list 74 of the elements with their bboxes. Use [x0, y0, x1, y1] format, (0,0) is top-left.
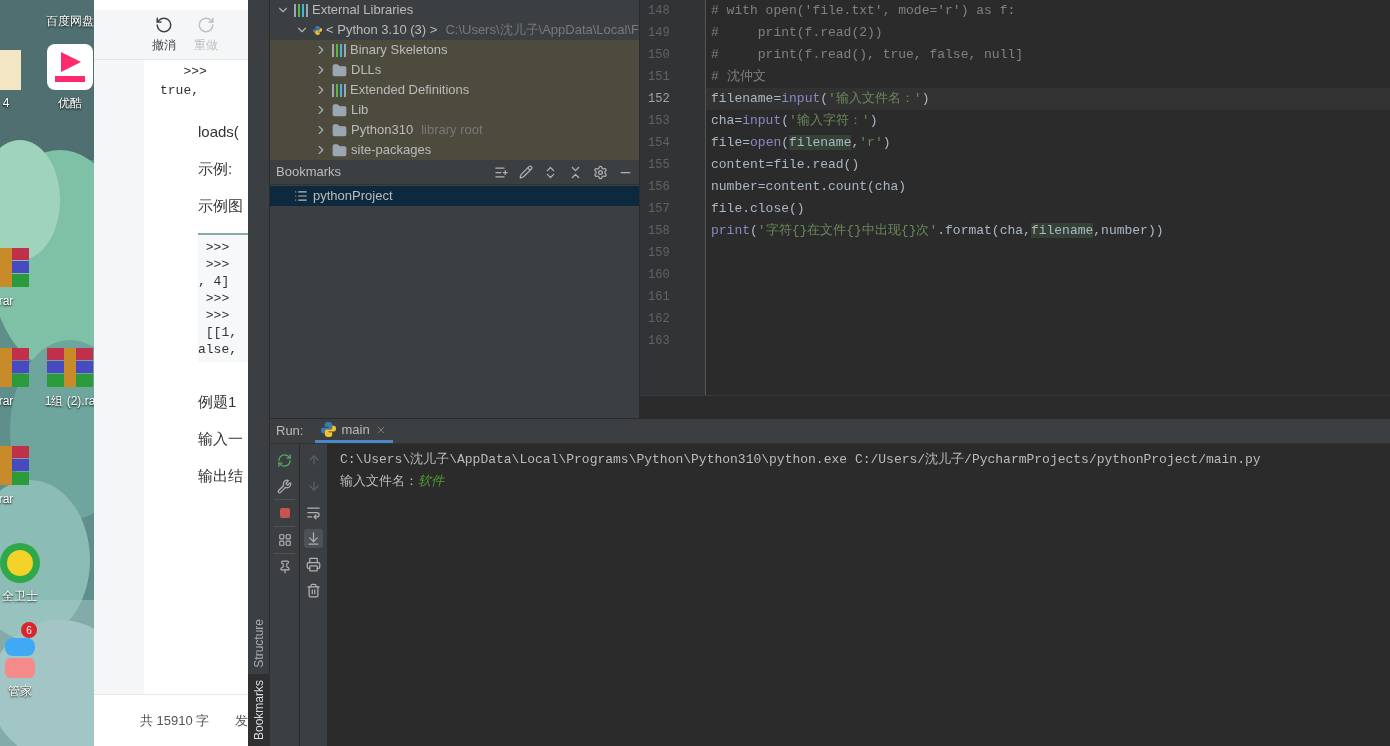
code-line: # print(f.read(), true, false, null]: [710, 46, 1025, 64]
folder-icon: [332, 122, 347, 138]
panel-title: Run:: [276, 422, 304, 441]
code-line: >>>: [204, 290, 231, 307]
paragraph-text: 示例图: [197, 196, 244, 216]
tool-window-tab[interactable]: Structure: [248, 613, 270, 674]
stop-icon[interactable]: [278, 507, 291, 519]
console-line: 输入文件名：软件: [340, 473, 446, 491]
code-line: >>>: [204, 256, 231, 273]
desktop-icon-label[interactable]: 百度网盘: [46, 12, 94, 30]
list-icon: [294, 189, 308, 203]
tree-item[interactable]: Binary Skeletons: [270, 40, 639, 60]
desktop-icon-label[interactable]: 优酷: [58, 94, 82, 112]
python-icon: [321, 422, 337, 437]
rerun-icon[interactable]: [277, 452, 292, 468]
undo-button[interactable]: 撤消: [152, 15, 176, 54]
tree-item[interactable]: Python310 library root: [270, 120, 639, 140]
desktop-icon-label[interactable]: 4: [2, 94, 10, 112]
settings-icon[interactable]: [593, 164, 608, 180]
code-line: >>>: [204, 239, 231, 256]
pin-icon[interactable]: [277, 560, 292, 574]
code-line: print('字符{}在文件{}中出现{}次'.format(cha,filename,number)): [710, 222, 1165, 240]
library-icon: [294, 3, 308, 17]
folder-icon: [332, 62, 347, 78]
code-line: file.close(): [710, 200, 806, 218]
paragraph-text: 例题1: [197, 392, 238, 412]
layout-icon[interactable]: [277, 533, 292, 547]
tool-window-tab[interactable]: Bookmarks: [248, 673, 270, 746]
code-line: file=open(filename,'r'): [710, 134, 892, 152]
edit-icon[interactable]: [519, 165, 533, 179]
code-line: # with open('file.txt', mode='r') as f:: [710, 2, 1017, 20]
line-number: 152: [647, 91, 671, 108]
paragraph-text: loads(: [197, 122, 240, 142]
console-line: C:\Users\沈儿子\AppData\Local\Programs\Python\Python310\python.exe C:/Users/沈儿子/PycharmProjects/pythonProject/main.py: [340, 451, 1262, 469]
library-icon: [332, 83, 346, 97]
redo-icon: [197, 15, 215, 34]
file-icon: [0, 50, 21, 90]
trash-icon[interactable]: [306, 582, 321, 598]
archive-icon: [47, 348, 93, 388]
bookmark-list-item[interactable]: pythonProject: [270, 186, 639, 206]
tree-item[interactable]: site-packages: [270, 140, 639, 160]
paragraph-text: 示例:: [197, 159, 234, 179]
tree-item[interactable]: Lib: [270, 100, 639, 120]
tree-item[interactable]: Extended Definitions: [270, 80, 639, 100]
print-icon[interactable]: [306, 556, 321, 572]
code-line: , 4]: [198, 273, 231, 290]
paragraph-text: 输入一: [197, 429, 244, 449]
folder-icon: [332, 142, 347, 158]
code-line: # 沈仲文: [710, 68, 767, 86]
tree-item[interactable]: External Libraries: [270, 0, 639, 20]
code-line: true,: [160, 82, 200, 100]
app-icon: [5, 638, 35, 678]
library-icon: [332, 43, 346, 57]
panel-title: Bookmarks: [276, 163, 342, 182]
undo-icon: [155, 15, 173, 34]
status-text: 共 15910 字: [140, 711, 210, 730]
paragraph-text: 输出结: [197, 466, 244, 486]
code-line: >>>: [182, 63, 208, 81]
code-line: # print(f.read(2)): [710, 24, 884, 42]
code-line: number=content.count(cha): [710, 178, 908, 196]
scroll-to-end-icon[interactable]: [306, 530, 321, 546]
code-line: content=file.read(): [710, 156, 861, 174]
tree-item[interactable]: DLLs: [270, 60, 639, 80]
status-text: 发: [235, 711, 248, 730]
add-list-icon[interactable]: [494, 164, 509, 180]
folder-icon: [332, 102, 347, 118]
wrench-icon[interactable]: [277, 478, 292, 494]
soft-wrap-icon[interactable]: [306, 504, 321, 520]
shield-icon: [0, 543, 40, 583]
desktop-icon-label[interactable]: rar: [0, 392, 14, 410]
code-line: alse,: [198, 341, 238, 358]
code-line: [[1,: [204, 324, 238, 341]
code-line: cha=input('输入字符：'): [710, 112, 879, 130]
code-line: >>>: [204, 307, 231, 324]
